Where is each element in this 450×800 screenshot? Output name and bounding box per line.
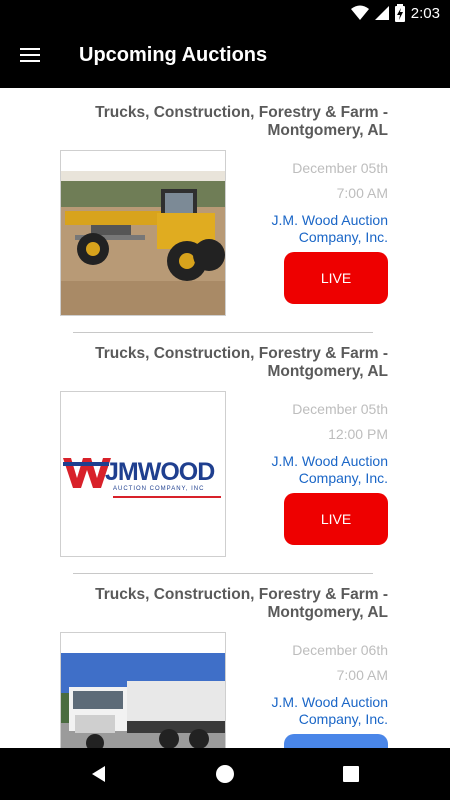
auction-card[interactable]: Trucks, Construction, Forestry & Farm - … — [0, 88, 450, 328]
auction-title: Trucks, Construction, Forestry & Farm - … — [95, 345, 388, 380]
auction-time: 7:00 AM — [336, 667, 388, 683]
live-button[interactable]: LIVE — [284, 493, 388, 545]
auction-time: 7:00 AM — [336, 185, 388, 201]
menu-icon[interactable] — [14, 42, 46, 72]
auction-list[interactable]: Trucks, Construction, Forestry & Farm - … — [0, 88, 450, 748]
auction-company-link[interactable]: J.M. Wood Auction Company, Inc. — [238, 453, 388, 487]
dump-truck-photo — [61, 633, 225, 748]
auction-date: December 05th — [292, 401, 388, 417]
auction-date: December 05th — [292, 160, 388, 176]
home-icon[interactable] — [213, 762, 237, 786]
system-nav-bar — [0, 748, 450, 800]
register-button[interactable] — [284, 734, 388, 748]
auction-date: December 06th — [292, 642, 388, 658]
status-icons: 2:03 — [350, 4, 440, 22]
logo-wordmark: JMWOOD — [105, 458, 215, 486]
battery-icon — [394, 4, 405, 22]
back-icon[interactable] — [87, 762, 111, 786]
app-bar: Upcoming Auctions — [0, 26, 450, 88]
auction-title: Trucks, Construction, Forestry & Farm - … — [95, 586, 388, 621]
page-title: Upcoming Auctions — [79, 44, 268, 66]
logo-subtext: AUCTION COMPANY, INC — [113, 486, 205, 492]
auction-image[interactable] — [60, 150, 226, 316]
auction-title: Trucks, Construction, Forestry & Farm - … — [95, 104, 388, 139]
status-bar: 2:03 — [0, 0, 450, 26]
motor-grader-photo — [61, 151, 225, 315]
status-time: 2:03 — [410, 4, 440, 22]
cell-signal-icon — [374, 6, 389, 20]
auction-company-link[interactable]: J.M. Wood Auction Company, Inc. — [238, 212, 388, 246]
live-button[interactable]: LIVE — [284, 252, 388, 304]
auction-card[interactable]: Trucks, Construction, Forestry & Farm - … — [0, 570, 450, 748]
auction-card[interactable]: Trucks, Construction, Forestry & Farm - … — [0, 329, 450, 569]
recents-icon[interactable] — [339, 762, 363, 786]
auction-company-link[interactable]: J.M. Wood Auction Company, Inc. — [238, 694, 388, 728]
auction-image[interactable] — [60, 632, 226, 748]
logo-underline — [113, 496, 221, 498]
wifi-icon — [350, 5, 369, 20]
auction-time: 12:00 PM — [328, 426, 388, 442]
auction-image[interactable]: JMWOOD AUCTION COMPANY, INC — [60, 391, 226, 557]
